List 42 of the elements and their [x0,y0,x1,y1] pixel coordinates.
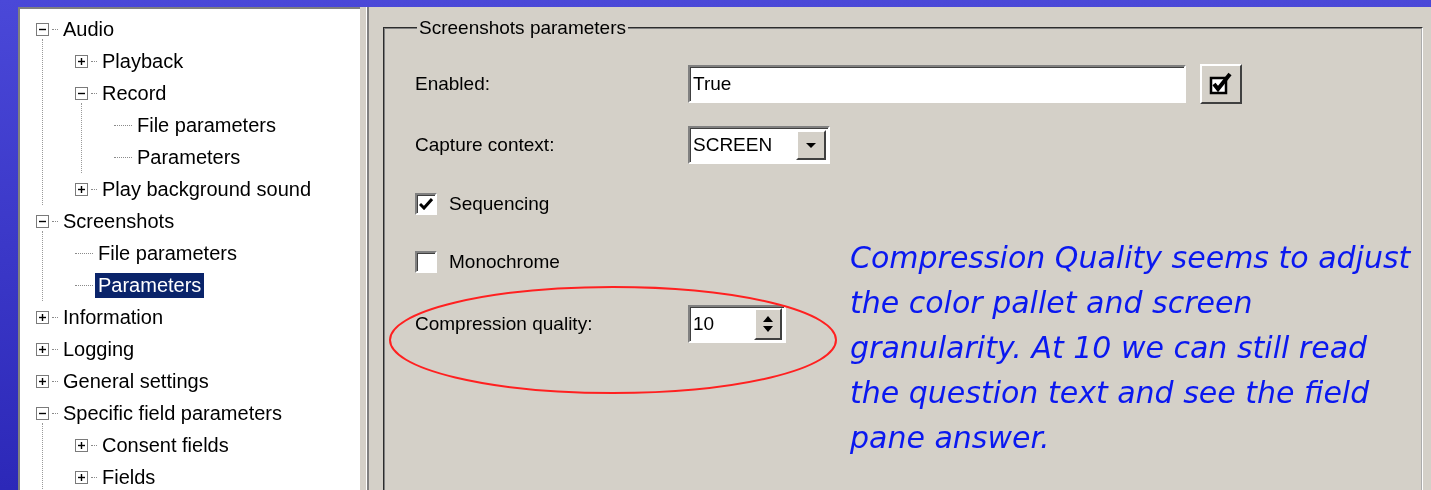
group-title: Screenshots parameters [418,17,627,39]
tree-item[interactable]: General settings [60,368,212,394]
tree-item[interactable]: Play background sound [99,176,315,202]
tree-item[interactable]: File parameters [134,112,279,138]
expand-icon[interactable] [75,438,88,452]
checkbox-label: Monochrome [449,251,560,273]
collapse-icon[interactable] [36,406,49,420]
tree-item[interactable]: Information [60,304,167,330]
expand-icon[interactable] [75,182,88,196]
number-field[interactable]: 10 [688,305,786,343]
expand-icon[interactable] [75,470,88,484]
expand-icon[interactable] [75,54,88,68]
check-icon [419,198,433,210]
checkbox-label: Sequencing [449,193,550,215]
collapse-icon[interactable] [36,214,49,228]
caret-icon [805,141,817,149]
expand-icon[interactable] [36,374,49,388]
checkbox-button[interactable] [1200,64,1242,104]
expand-icon[interactable] [36,310,49,324]
expand-icon[interactable] [36,342,49,356]
tree-item[interactable]: Logging [60,336,138,362]
text-field[interactable]: True [688,65,1186,103]
tree-item[interactable]: Screenshots [60,208,178,234]
tree-item[interactable]: Record [99,80,170,106]
collapse-icon[interactable] [36,22,49,36]
tree-item[interactable]: Parameters [95,272,205,298]
field-label: Compression quality: [415,313,594,335]
dropdown[interactable]: SCREEN [688,126,830,164]
annotation-text: Compression Quality seems to adjust the color pallet and screen granularity. At 10 we can still read the question text and see the field pane answer. [850,239,1412,457]
collapse-icon[interactable] [75,86,88,100]
tree-item[interactable]: Specific field parameters [60,400,285,426]
checkbox[interactable] [415,251,437,273]
checkbox[interactable] [415,193,437,215]
field-label: Capture context: [415,134,556,156]
checkbox-icon [1209,72,1233,96]
tree-item[interactable]: Fields [99,464,159,490]
tree-item[interactable]: Parameters [134,144,244,170]
tree-item[interactable]: File parameters [95,240,240,266]
tree-item[interactable]: Playback [99,48,187,74]
field-label: Enabled: [415,73,491,95]
tree-item[interactable]: Consent fields [99,432,232,458]
tree-item[interactable]: Audio [60,16,118,42]
